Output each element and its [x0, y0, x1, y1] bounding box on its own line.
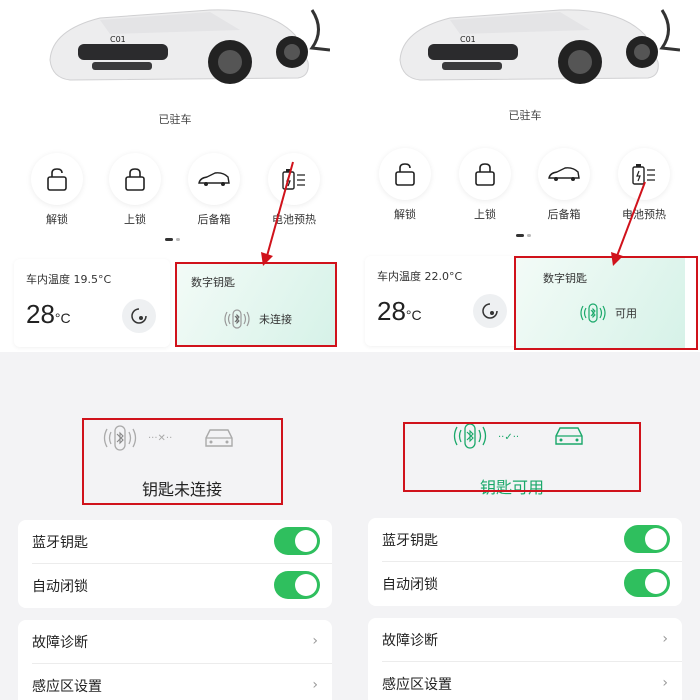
climate-button[interactable] — [473, 294, 507, 328]
bluetooth-key-row: 蓝牙钥匙 — [18, 520, 332, 564]
unlock-icon — [47, 168, 67, 191]
lock-button[interactable]: 上锁 — [100, 153, 170, 227]
chevron-right-icon: › — [312, 677, 318, 693]
set-temp-value: 28°C — [377, 296, 422, 326]
unlock-label: 解锁 — [394, 208, 416, 221]
car-image: C01 — [49, 9, 330, 84]
parked-status: 已驻车 — [508, 109, 542, 122]
toggle-settings-card: 蓝牙钥匙 自动闭锁 — [18, 520, 332, 608]
trunk-label: 后备箱 — [197, 213, 231, 226]
car-badge: C01 — [110, 35, 126, 44]
trunk-icon — [548, 167, 580, 181]
chevron-right-icon: › — [662, 675, 668, 691]
unlock-label: 解锁 — [46, 213, 68, 226]
cabin-temp-title: 车内温度 19.5°C — [26, 273, 112, 286]
panel-vehicle-status-disconnected: C01 已驻车 解锁 上锁 后备箱 电池预热 车内温度 19.5°C 28°C … — [0, 0, 350, 352]
lock-label: 上锁 — [124, 213, 146, 226]
page-indicator — [516, 234, 532, 237]
bluetooth-key-row: 蓝牙钥匙 — [368, 518, 682, 562]
diagnostics-label: 故障诊断 — [382, 633, 438, 649]
sensing-zone-label: 感应区设置 — [32, 679, 102, 695]
set-temp-value: 28°C — [26, 299, 71, 329]
sensing-zone-row[interactable]: 感应区设置 › — [18, 664, 332, 700]
auto-lock-label: 自动闭锁 — [382, 577, 438, 593]
sensing-zone-label: 感应区设置 — [382, 677, 452, 693]
panel-key-settings-disconnected: ···✕·· 钥匙未连接 蓝牙钥匙 自动闭锁 故障诊断 › 感应区设置 › — [0, 352, 350, 700]
page-indicator — [165, 238, 181, 241]
chevron-right-icon: › — [312, 633, 318, 649]
auto-lock-row: 自动闭锁 — [368, 562, 682, 606]
trunk-label: 后备箱 — [547, 208, 581, 221]
chevron-right-icon: › — [662, 631, 668, 647]
fan-icon — [131, 308, 147, 324]
sensing-zone-row[interactable]: 感应区设置 › — [368, 662, 682, 700]
lock-label: 上锁 — [474, 208, 496, 221]
unlock-icon — [395, 163, 415, 186]
trunk-button[interactable]: 后备箱 — [179, 153, 249, 227]
highlight-box — [514, 256, 698, 350]
highlight-box — [82, 418, 283, 505]
unlock-button[interactable]: 解锁 — [22, 153, 92, 227]
lock-icon — [125, 168, 145, 191]
diagnostics-row[interactable]: 故障诊断 › — [368, 618, 682, 662]
bluetooth-key-toggle[interactable] — [624, 525, 670, 553]
trunk-button[interactable]: 后备箱 — [529, 148, 599, 222]
fan-icon — [482, 303, 498, 319]
car-image: C01 — [399, 9, 680, 84]
car-badge: C01 — [460, 35, 476, 44]
highlight-arrow — [261, 161, 294, 266]
trunk-icon — [198, 172, 230, 186]
panel-vehicle-status-available: C01 已驻车 解锁 上锁 后备箱 电池预热 车内温度 22.0°C 28°C … — [350, 0, 700, 352]
auto-lock-toggle[interactable] — [624, 569, 670, 597]
auto-lock-toggle[interactable] — [274, 571, 320, 599]
cabin-temp-card[interactable]: 车内温度 22.0°C 28°C — [365, 256, 521, 346]
diagnostics-label: 故障诊断 — [32, 635, 88, 651]
bluetooth-key-label: 蓝牙钥匙 — [382, 533, 438, 549]
bluetooth-key-label: 蓝牙钥匙 — [32, 535, 88, 551]
link-settings-card: 故障诊断 › 感应区设置 › — [368, 618, 682, 700]
highlight-box — [403, 422, 641, 492]
cabin-temp-title: 车内温度 22.0°C — [377, 270, 463, 283]
unlock-button[interactable]: 解锁 — [370, 148, 440, 222]
auto-lock-label: 自动闭锁 — [32, 579, 88, 595]
lock-icon — [475, 163, 495, 186]
auto-lock-row: 自动闭锁 — [18, 564, 332, 608]
parked-status: 已驻车 — [158, 113, 192, 126]
bluetooth-key-toggle[interactable] — [274, 527, 320, 555]
link-settings-card: 故障诊断 › 感应区设置 › — [18, 620, 332, 700]
panel-key-settings-available: ··✓·· 钥匙可用 蓝牙钥匙 自动闭锁 故障诊断 › 感应区设置 › — [350, 352, 700, 700]
highlight-box — [175, 262, 337, 347]
highlight-arrow — [611, 181, 646, 266]
climate-button[interactable] — [122, 299, 156, 333]
toggle-settings-card: 蓝牙钥匙 自动闭锁 — [368, 518, 682, 606]
cabin-temp-card[interactable]: 车内温度 19.5°C 28°C — [14, 259, 170, 347]
lock-button[interactable]: 上锁 — [450, 148, 520, 222]
diagnostics-row[interactable]: 故障诊断 › — [18, 620, 332, 664]
